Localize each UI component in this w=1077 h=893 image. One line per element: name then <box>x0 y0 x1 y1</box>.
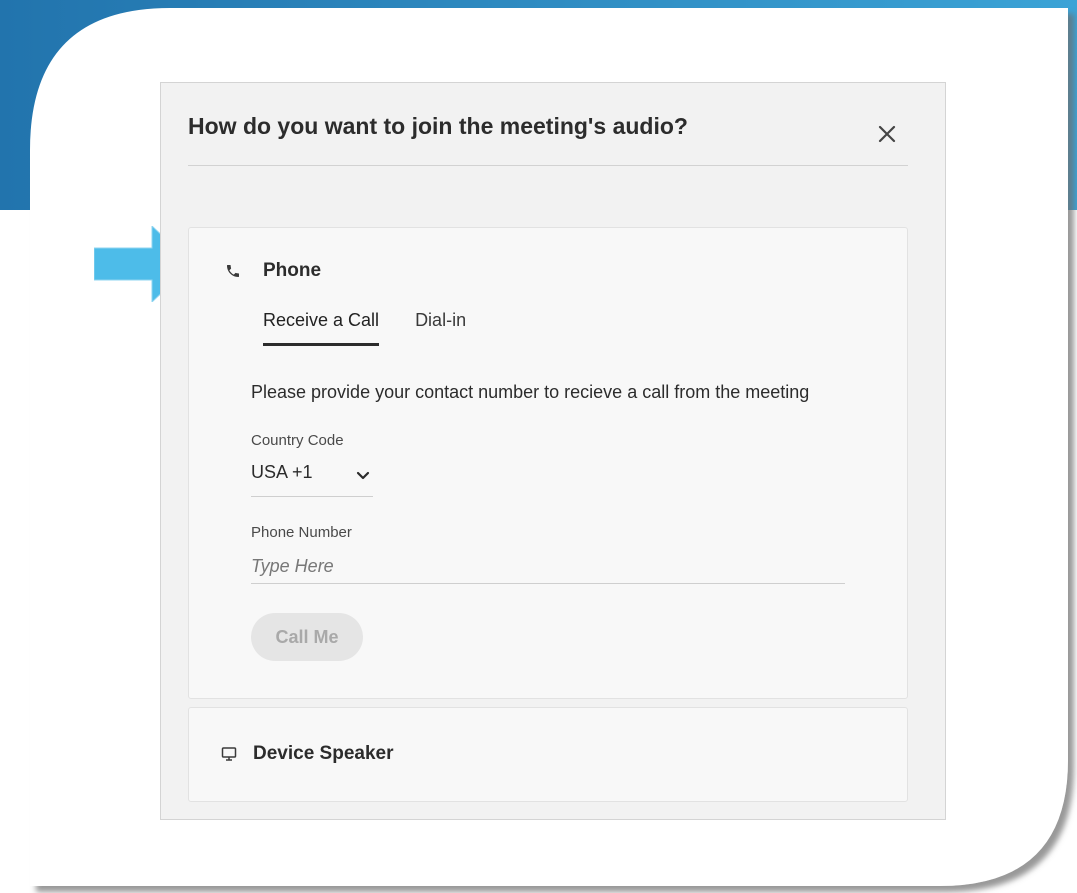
phone-section-label: Phone <box>263 260 322 281</box>
tab-receive-call[interactable]: Receive a Call <box>263 310 380 346</box>
speaker-section-label: Device Speaker <box>253 743 394 764</box>
device-speaker-panel[interactable]: Device Speaker <box>188 707 908 802</box>
monitor-icon <box>219 744 239 764</box>
call-instructions: Please provide your contact number to re… <box>251 382 810 402</box>
phone-panel: Phone Receive a Call Dial-in Please prov… <box>188 227 908 699</box>
speaker-section-header[interactable]: Device Speaker <box>219 743 394 765</box>
close-icon <box>878 125 896 143</box>
phone-number-label: Phone Number <box>251 524 352 541</box>
phone-section-header[interactable]: Phone <box>223 260 321 282</box>
phone-icon <box>223 261 243 281</box>
call-me-button[interactable]: Call Me <box>251 613 363 661</box>
audio-join-dialog: How do you want to join the meeting's au… <box>160 82 946 820</box>
chevron-down-icon <box>356 471 370 480</box>
tab-dial-in[interactable]: Dial-in <box>415 310 466 346</box>
country-code-label: Country Code <box>251 432 344 449</box>
phone-number-input[interactable] <box>251 550 845 584</box>
call-tabs: Receive a Call Dial-in <box>263 310 502 346</box>
country-code-value: USA +1 <box>251 462 313 482</box>
dialog-title: How do you want to join the meeting's au… <box>188 113 688 139</box>
close-button[interactable] <box>874 121 900 147</box>
dialog-header: How do you want to join the meeting's au… <box>188 83 908 166</box>
country-code-select[interactable]: USA +1 <box>251 458 373 497</box>
